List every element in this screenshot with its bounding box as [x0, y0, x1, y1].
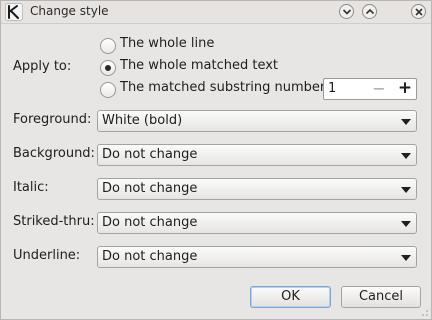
underline-label: Underline:: [13, 248, 81, 263]
increment-button[interactable]: +: [397, 78, 413, 98]
radio-matched-substring[interactable]: [100, 82, 116, 98]
radio-matched-substring-label[interactable]: The matched substring number: [120, 80, 325, 95]
radio-whole-line[interactable]: [100, 38, 116, 54]
close-button[interactable]: [411, 4, 426, 19]
resize-grip-icon[interactable]: [421, 309, 429, 317]
underline-value: Do not change: [102, 249, 198, 264]
dropdown-arrow-icon: [401, 221, 411, 227]
dropdown-arrow-icon: [401, 255, 411, 261]
background-select[interactable]: Do not change: [97, 144, 417, 166]
kate-app-icon: [5, 3, 23, 21]
chevron-down-icon: [342, 9, 352, 15]
radio-whole-line-label[interactable]: The whole line: [120, 36, 214, 51]
cancel-button[interactable]: Cancel: [341, 286, 421, 308]
italic-value: Do not change: [102, 181, 198, 196]
title-bar[interactable]: Change style: [1, 1, 431, 24]
substring-number-spinbox[interactable]: 1 − +: [323, 78, 417, 100]
dropdown-arrow-icon: [401, 187, 411, 193]
underline-select[interactable]: Do not change: [97, 246, 417, 268]
chevron-up-icon: [365, 8, 375, 15]
background-label: Background:: [13, 146, 95, 161]
striked-thru-value: Do not change: [102, 215, 198, 230]
foreground-select[interactable]: White (bold): [97, 110, 417, 132]
italic-select[interactable]: Do not change: [97, 178, 417, 200]
background-value: Do not change: [102, 147, 198, 162]
close-icon: [415, 8, 423, 16]
change-style-dialog: Change style Apply to: The whole line Th…: [0, 0, 432, 320]
minimize-button[interactable]: [339, 4, 354, 19]
dropdown-arrow-icon: [401, 153, 411, 159]
foreground-label: Foreground:: [13, 112, 92, 127]
striked-thru-select[interactable]: Do not change: [97, 212, 417, 234]
apply-to-label: Apply to:: [13, 59, 72, 74]
radio-whole-matched-text-label[interactable]: The whole matched text: [120, 58, 278, 73]
striked-thru-label: Striked-thru:: [13, 214, 95, 229]
ok-button[interactable]: OK: [250, 286, 331, 308]
radio-whole-matched-text[interactable]: [100, 60, 116, 76]
substring-number-value[interactable]: 1: [328, 81, 336, 96]
decrement-button[interactable]: −: [371, 79, 387, 98]
italic-label: Italic:: [13, 180, 49, 195]
dropdown-arrow-icon: [401, 119, 411, 125]
maximize-button[interactable]: [362, 4, 377, 19]
foreground-value: White (bold): [102, 113, 183, 128]
window-title: Change style: [30, 4, 109, 18]
